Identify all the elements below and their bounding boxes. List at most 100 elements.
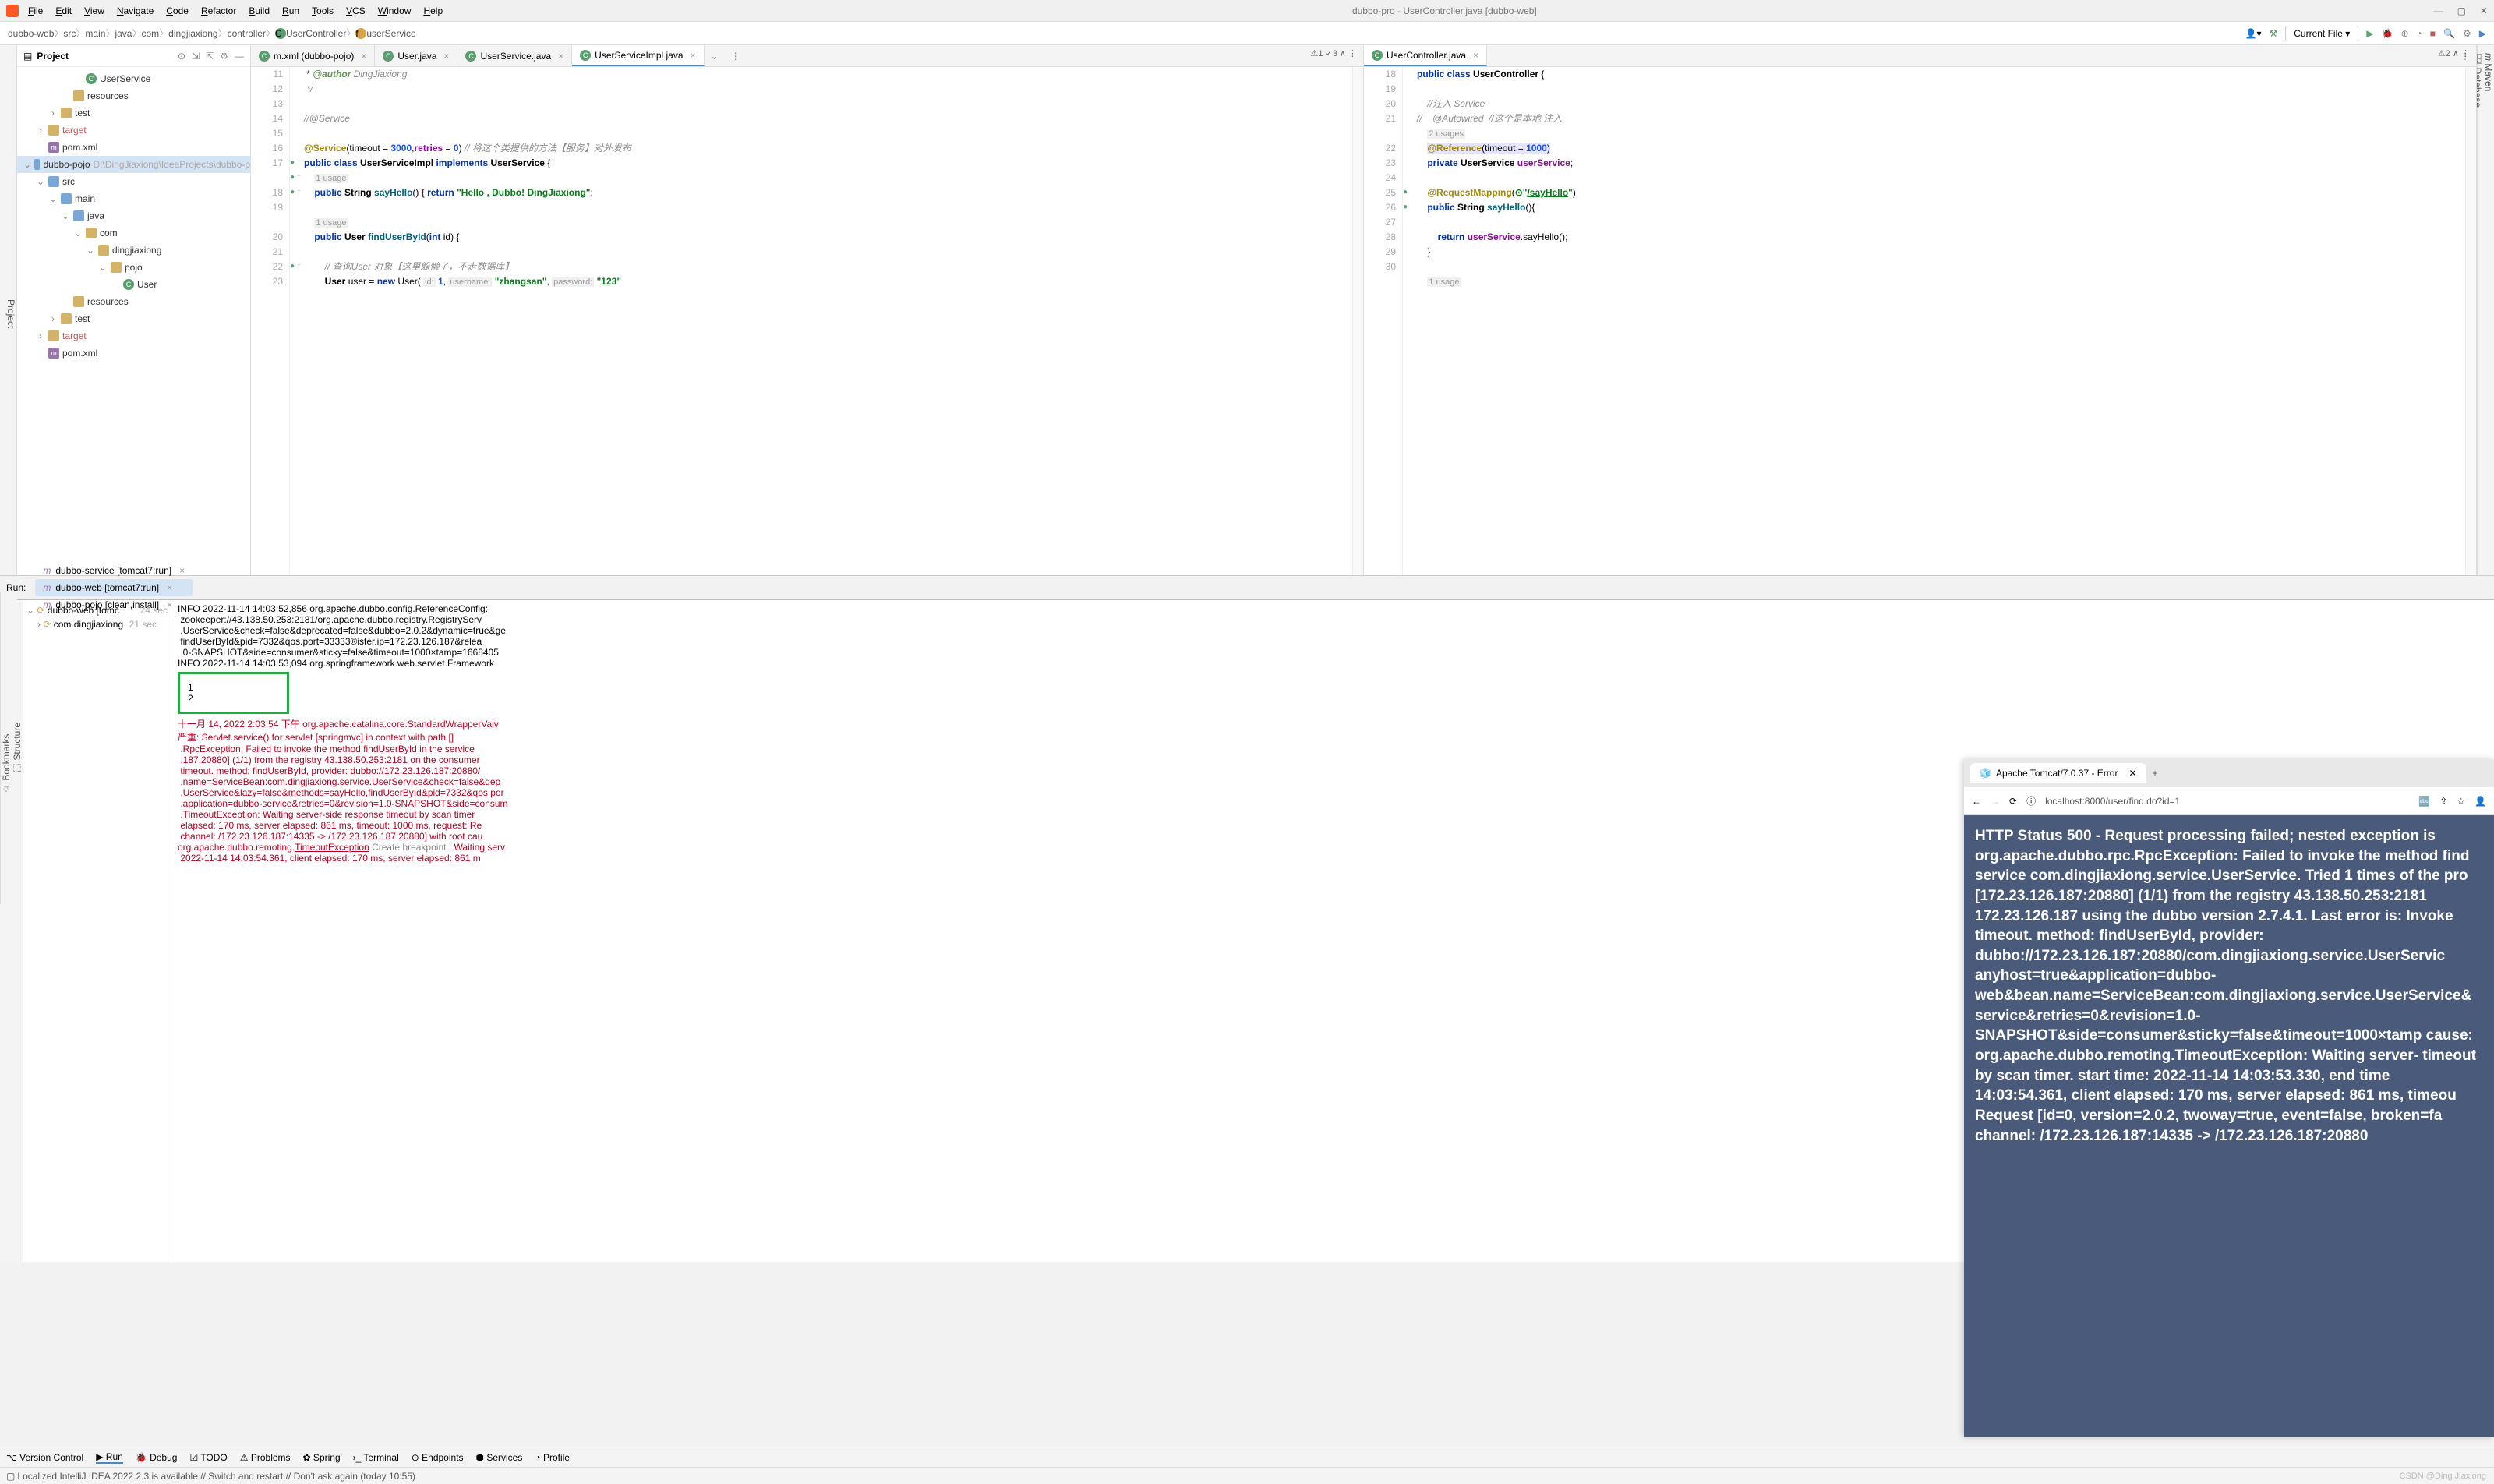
tree-item[interactable]: ⌄dingjiaxiong [17, 242, 250, 259]
close-icon[interactable]: × [167, 582, 172, 593]
hide-icon[interactable]: — [235, 51, 244, 62]
bottom-tool-version-control[interactable]: ⌥ Version Control [6, 1452, 83, 1463]
bookmark-icon[interactable]: ☆ [2457, 796, 2465, 807]
tree-item[interactable]: ›test [17, 310, 250, 327]
new-tab-icon[interactable]: + [2153, 768, 2158, 779]
minimize-icon[interactable]: — [2434, 5, 2443, 16]
menu-view[interactable]: View [84, 5, 104, 16]
more-tabs-icon[interactable]: ⌄ [705, 51, 725, 62]
user-icon[interactable]: 👤▾ [2245, 28, 2262, 39]
settings-icon[interactable]: ⚙ [2463, 28, 2471, 39]
menu-vcs[interactable]: VCS [346, 5, 366, 16]
menu-edit[interactable]: Edit [55, 5, 72, 16]
tab-options-icon[interactable]: ⋮ [725, 51, 747, 62]
breadcrumb-item[interactable]: src [63, 28, 76, 39]
learn-icon[interactable]: ▶ [2479, 28, 2486, 39]
forward-icon[interactable]: → [1991, 796, 2000, 807]
menu-window[interactable]: Window [378, 5, 412, 16]
tree-item[interactable]: CUserService [17, 70, 250, 87]
breadcrumb-item[interactable]: java [115, 28, 132, 39]
tree-item[interactable]: ⌄java [17, 207, 250, 224]
close-tab-icon[interactable]: ✕ [2128, 768, 2136, 779]
inspections-widget[interactable]: ⚠1 ✓3 ∧ ⋮ [1310, 48, 1357, 58]
editor-tabs-right[interactable]: CUserController.java×⋮ [1364, 45, 2476, 67]
settings-icon[interactable]: ⚙ [220, 51, 228, 62]
menu-code[interactable]: Code [166, 5, 189, 16]
address-bar[interactable]: localhost:8000/user/find.do?id=1 [2045, 796, 2409, 807]
tree-item[interactable]: mpom.xml [17, 139, 250, 156]
run-tree-item[interactable]: ⌄ ⟳ dubbo-web [tomc 24 sec [26, 603, 168, 617]
menu-refactor[interactable]: Refactor [201, 5, 236, 16]
run-icon[interactable]: ▶ [2366, 28, 2373, 39]
breadcrumb-item[interactable]: dingjiaxiong [168, 28, 217, 39]
menu-help[interactable]: Help [423, 5, 443, 16]
run-tree[interactable]: ⌄ ⟳ dubbo-web [tomc 24 sec› ⟳ com.dingji… [23, 600, 171, 1262]
tree-item[interactable]: mpom.xml [17, 344, 250, 362]
select-opened-icon[interactable]: ⊙ [178, 51, 185, 62]
tree-item[interactable]: ⌄dubbo-pojo D:\DingJiaxiong\IdeaProjects… [17, 156, 250, 173]
breadcrumb-item[interactable]: dubbo-web [8, 28, 54, 39]
run-tree-item[interactable]: › ⟳ com.dingjiaxiong 21 sec [26, 617, 168, 631]
back-icon[interactable]: ← [1972, 796, 1981, 807]
left-bottom-tool-strip[interactable]: ☆ Bookmarks ⬚ Structure [0, 592, 17, 904]
close-tab-icon[interactable]: × [691, 50, 696, 61]
editor-tab[interactable]: CUserService.java× [457, 45, 572, 66]
debug-icon[interactable]: 🐞 [2382, 28, 2393, 39]
bottom-tool-run[interactable]: ▶ Run [96, 1451, 123, 1464]
project-view-icon[interactable]: ▤ [23, 51, 32, 62]
menu-tools[interactable]: Tools [312, 5, 334, 16]
search-icon[interactable]: 🔍 [2443, 28, 2455, 39]
right-tool-strip[interactable]: m Maven 🗄 Database 🔔 Notifications [2477, 45, 2494, 575]
status-message[interactable]: Localized IntelliJ IDEA 2022.2.3 is avai… [17, 1471, 415, 1482]
bottom-tool-debug[interactable]: 🐞 Debug [136, 1452, 178, 1463]
bottom-tool-endpoints[interactable]: ⊙ Endpoints [412, 1452, 464, 1463]
build-icon[interactable]: ⚒ [2269, 28, 2277, 39]
editor-tab[interactable]: CUser.java× [375, 45, 457, 66]
breadcrumb-item[interactable]: main [85, 28, 105, 39]
close-tab-icon[interactable]: × [1473, 50, 1478, 61]
status-icon[interactable]: ▢ [6, 1471, 15, 1482]
editor-tabs-left[interactable]: Cm.xml (dubbo-pojo)×CUser.java×CUserServ… [251, 45, 1363, 67]
menu-build[interactable]: Build [249, 5, 270, 16]
share-icon[interactable]: ⇪ [2439, 796, 2447, 807]
run-config-selector[interactable]: Current File ▾ [2285, 26, 2358, 41]
bottom-tool-services[interactable]: ⬢ Services [476, 1452, 523, 1463]
reload-icon[interactable]: ⟳ [2009, 796, 2017, 807]
bottom-tool-profile[interactable]: ◔ Profile [535, 1452, 570, 1463]
translate-icon[interactable]: 🔤 [2418, 796, 2430, 807]
close-icon[interactable]: ✕ [2480, 5, 2488, 16]
bottom-tool-problems[interactable]: ⚠ Problems [240, 1452, 291, 1463]
left-tool-strip[interactable]: Project [0, 45, 17, 575]
profile-icon[interactable]: 👤 [2475, 796, 2486, 807]
close-icon[interactable]: × [179, 565, 185, 576]
editor-tab[interactable]: CUserServiceImpl.java× [572, 45, 704, 66]
editor-tab[interactable]: CUserController.java× [1364, 45, 1487, 66]
tree-item[interactable]: ⌄main [17, 190, 250, 207]
browser-tab[interactable]: 🧊 Apache Tomcat/7.0.37 - Error ✕ [1970, 763, 2146, 783]
collapse-all-icon[interactable]: ⇱ [206, 51, 214, 62]
menu-navigate[interactable]: Navigate [117, 5, 154, 16]
tree-item[interactable]: resources [17, 293, 250, 310]
inspections-widget[interactable]: ⚠2 ∧ ⋮ [2438, 48, 2470, 58]
tree-item[interactable]: resources [17, 87, 250, 104]
close-tab-icon[interactable]: × [558, 51, 563, 62]
code-editor[interactable]: * @author DingJiaxiong *///@Service@Serv… [301, 67, 1352, 575]
bottom-tool-todo[interactable]: ☑ TODO [189, 1452, 227, 1463]
run-tab[interactable]: mdubbo-service [tomcat7:run]× [35, 562, 193, 579]
bottom-tool-terminal[interactable]: ›_ Terminal [353, 1452, 399, 1463]
breadcrumb-item[interactable]: com [141, 28, 159, 39]
tree-item[interactable]: ⌄pojo [17, 259, 250, 276]
menu-run[interactable]: Run [282, 5, 299, 16]
coverage-icon[interactable]: ⊕ [2400, 28, 2408, 39]
bottom-toolbar[interactable]: ⌥ Version Control ▶ Run 🐞 Debug ☑ TODO ⚠ Pro… [0, 1447, 2494, 1467]
code-editor[interactable]: public class UserController { //注入 Servi… [1414, 67, 2465, 575]
breadcrumb-item[interactable]: controller [228, 28, 266, 39]
menu-file[interactable]: File [28, 5, 43, 16]
tree-item[interactable]: ›target [17, 327, 250, 344]
close-tab-icon[interactable]: × [361, 51, 366, 62]
tree-item[interactable]: ›target [17, 122, 250, 139]
close-tab-icon[interactable]: × [443, 51, 449, 62]
tree-item[interactable]: ›test [17, 104, 250, 122]
stop-icon[interactable]: ■ [2430, 28, 2436, 39]
expand-all-icon[interactable]: ⇲ [192, 51, 200, 62]
